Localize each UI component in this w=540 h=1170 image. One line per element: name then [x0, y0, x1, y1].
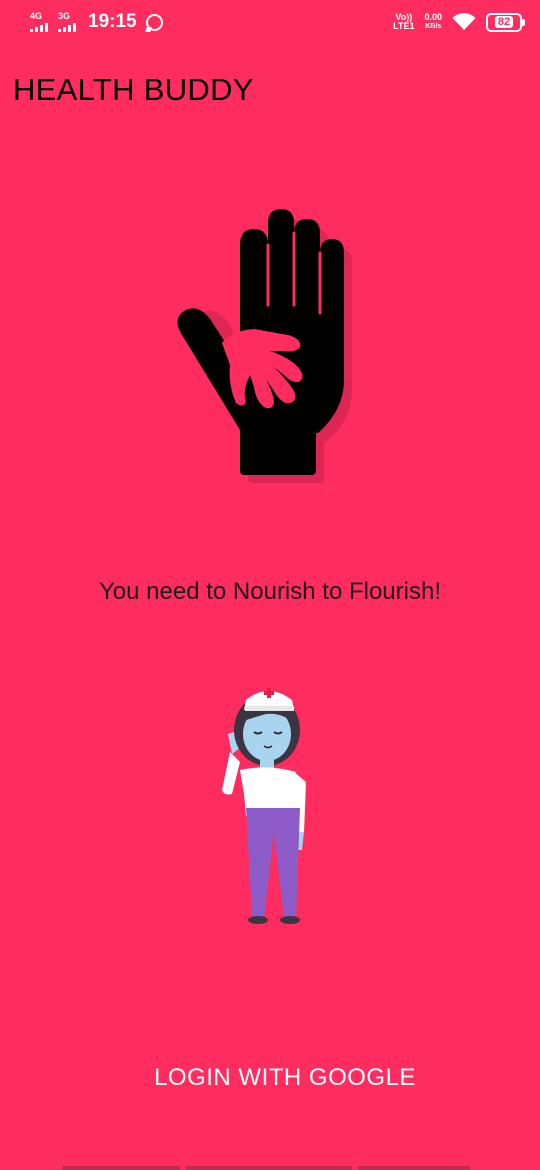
- sim2-network-label: 3G: [58, 11, 71, 21]
- signal-icon: 3G: [58, 12, 80, 32]
- login-screen: 4G 3G 19:15 Vo)) LTE1 0.00 KB/s 82 HEALT…: [0, 0, 540, 1170]
- speed-value: 0.00: [424, 12, 442, 22]
- status-time: 19:15: [88, 11, 137, 32]
- nurse-illustration: [222, 688, 306, 924]
- signal-icon: 4G: [30, 12, 52, 32]
- lte-label: LTE1: [393, 21, 415, 31]
- speed-unit: KB/s: [425, 23, 442, 30]
- network-speed: 0.00 KB/s: [424, 13, 442, 31]
- login-with-google-button[interactable]: LOGIN WITH GOOGLE: [100, 1052, 470, 1104]
- status-bar-right: Vo)) LTE1 0.00 KB/s 82: [393, 8, 525, 36]
- battery-icon: 82: [486, 12, 525, 32]
- whatsapp-icon: [145, 13, 163, 31]
- sim1-network-label: 4G: [30, 11, 43, 21]
- app-title: HEALTH BUDDY: [13, 72, 254, 107]
- navigation-hint-bar: [0, 1164, 540, 1170]
- wifi-icon: [452, 13, 476, 30]
- tagline: You need to Nourish to Flourish!: [99, 578, 441, 605]
- volte-indicator: Vo)) LTE1: [393, 13, 414, 31]
- hand-helping-hand-icon: [177, 209, 352, 483]
- status-bar-left: 4G 3G 19:15: [30, 8, 163, 36]
- battery-level: 82: [494, 16, 514, 28]
- status-bar: 4G 3G 19:15 Vo)) LTE1 0.00 KB/s 82: [0, 0, 540, 44]
